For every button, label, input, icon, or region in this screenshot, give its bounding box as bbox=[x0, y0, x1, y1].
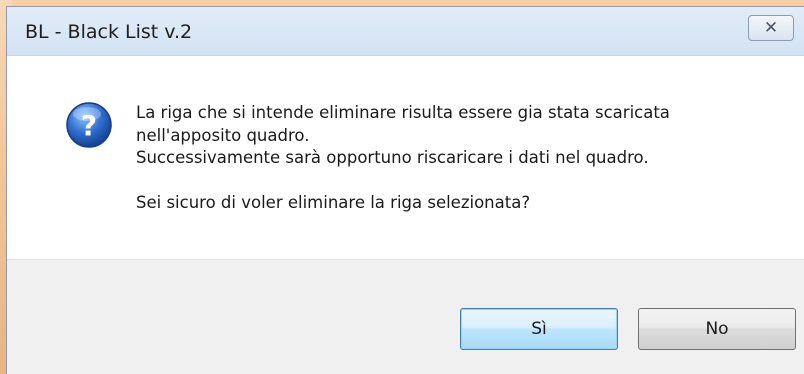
message-dialog: BL - Black List v.2 ✕ ? La riga che si i… bbox=[6, 6, 804, 374]
message-line-3: Successivamente sarà opportuno riscarica… bbox=[136, 148, 649, 167]
message-line-1: La riga che si intende eliminare risulta… bbox=[136, 103, 670, 122]
window-title: BL - Black List v.2 bbox=[25, 21, 193, 43]
question-icon: ? bbox=[66, 102, 112, 148]
button-bar: Sì No bbox=[7, 259, 804, 374]
no-button[interactable]: No bbox=[638, 308, 796, 350]
svg-text:?: ? bbox=[81, 109, 97, 142]
yes-button[interactable]: Sì bbox=[460, 308, 618, 350]
message-text: La riga che si intende eliminare risulta… bbox=[136, 102, 776, 214]
message-question: Sei sicuro di voler eliminare la riga se… bbox=[136, 192, 531, 212]
close-button[interactable]: ✕ bbox=[748, 15, 794, 41]
close-icon: ✕ bbox=[763, 17, 779, 38]
title-bar[interactable]: BL - Black List v.2 ✕ bbox=[7, 7, 804, 56]
message-line-2: nell'apposito quadro. bbox=[136, 125, 310, 145]
